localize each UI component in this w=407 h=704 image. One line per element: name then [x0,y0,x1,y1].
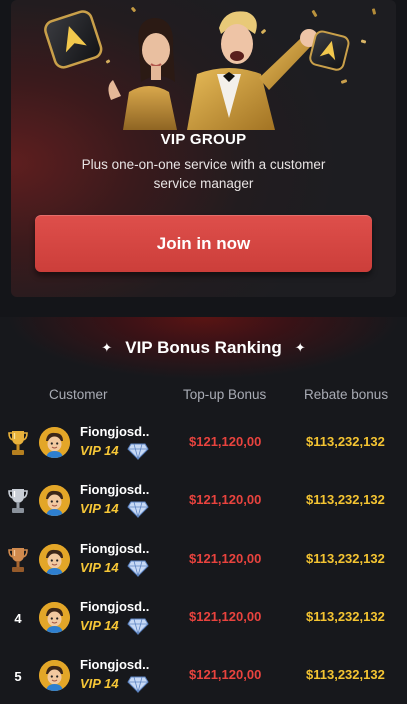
vip-bonus-ranking: ✦ VIP Bonus Ranking ✦ Customer Top-up Bo… [0,317,407,704]
vip-level-badge: VIP 14 [80,443,119,458]
diamond-icon [127,560,149,577]
customer-name: Fiongjosd.. [80,599,150,614]
vip-group-description: Plus one-on-one service with a customer … [81,157,326,191]
ranking-row[interactable]: Fiongjosd.. VIP 14 $121,120,00 $113,232,… [0,531,407,589]
gold-cube-icon [44,10,103,69]
ranking-row[interactable]: Fiongjosd.. VIP 14 $121,120,00 $113,232,… [0,414,407,472]
diamond-icon [127,443,149,460]
vip-level-badge: VIP 14 [80,501,119,516]
vip-level-badge: VIP 14 [80,560,119,575]
join-now-button[interactable]: Join in now [35,215,372,272]
vip-hero-illustration [44,10,350,130]
vip-level-badge: VIP 14 [80,676,119,691]
woman-figure [108,18,177,130]
vip-group-card: VIP GROUP Plus one-on-one service with a… [11,0,396,297]
sparkle-icon: ✦ [294,340,306,355]
avatar [39,660,70,691]
diamond-icon [127,676,149,693]
rank-cell [7,543,29,577]
topup-bonus-amount: $121,120,00 [189,434,262,449]
ranking-row[interactable]: Fiongjosd.. VIP 14 $121,120,00 $113,232,… [0,472,407,530]
rank-cell [7,426,29,460]
rebate-bonus-amount: $113,232,132 [306,434,385,449]
rebate-bonus-amount: $113,232,132 [306,609,385,624]
topup-bonus-amount: $121,120,00 [189,551,262,566]
man-figure [187,11,318,130]
customer-name: Fiongjosd.. [80,657,150,672]
bronze-trophy-icon [8,548,28,572]
customer-name: Fiongjosd.. [80,482,150,497]
avatar [39,427,70,458]
vip-level-badge: VIP 14 [80,618,119,633]
rank-cell: 5 [7,659,29,693]
ranking-row[interactable]: 4 Fiongjosd.. VIP 14 $121,120,00 $113,23… [0,589,407,647]
ranking-row[interactable]: 5 Fiongjosd.. VIP 14 $121,120,00 $113,23… [0,647,407,704]
diamond-icon [127,618,149,635]
column-header-rebate-bonus: Rebate bonus [304,387,389,402]
topup-bonus-amount: $121,120,00 [189,667,262,682]
rebate-bonus-amount: $113,232,132 [306,667,385,682]
customer-name: Fiongjosd.. [80,541,150,556]
column-header-topup-bonus: Top-up Bonus [183,387,267,402]
vip-group-title: VIP GROUP [160,131,247,148]
avatar [39,602,70,633]
ranking-title: VIP Bonus Ranking [125,338,282,357]
avatar [39,544,70,575]
column-header-customer: Customer [49,387,108,402]
avatar [39,485,70,516]
gold-cube-icon [309,30,350,71]
silver-trophy-icon [8,489,28,513]
rank-number: 4 [14,610,22,626]
rank-cell: 4 [7,601,29,635]
rebate-bonus-amount: $113,232,132 [306,551,385,566]
diamond-icon [127,501,149,518]
rebate-bonus-amount: $113,232,132 [306,492,385,507]
ranking-header: ✦ VIP Bonus Ranking ✦ [0,336,407,360]
rank-number: 5 [14,668,22,684]
gold-trophy-icon [8,431,28,455]
sparkle-icon: ✦ [101,340,113,355]
rank-cell [7,484,29,518]
topup-bonus-amount: $121,120,00 [189,609,262,624]
customer-name: Fiongjosd.. [80,424,150,439]
topup-bonus-amount: $121,120,00 [189,492,262,507]
